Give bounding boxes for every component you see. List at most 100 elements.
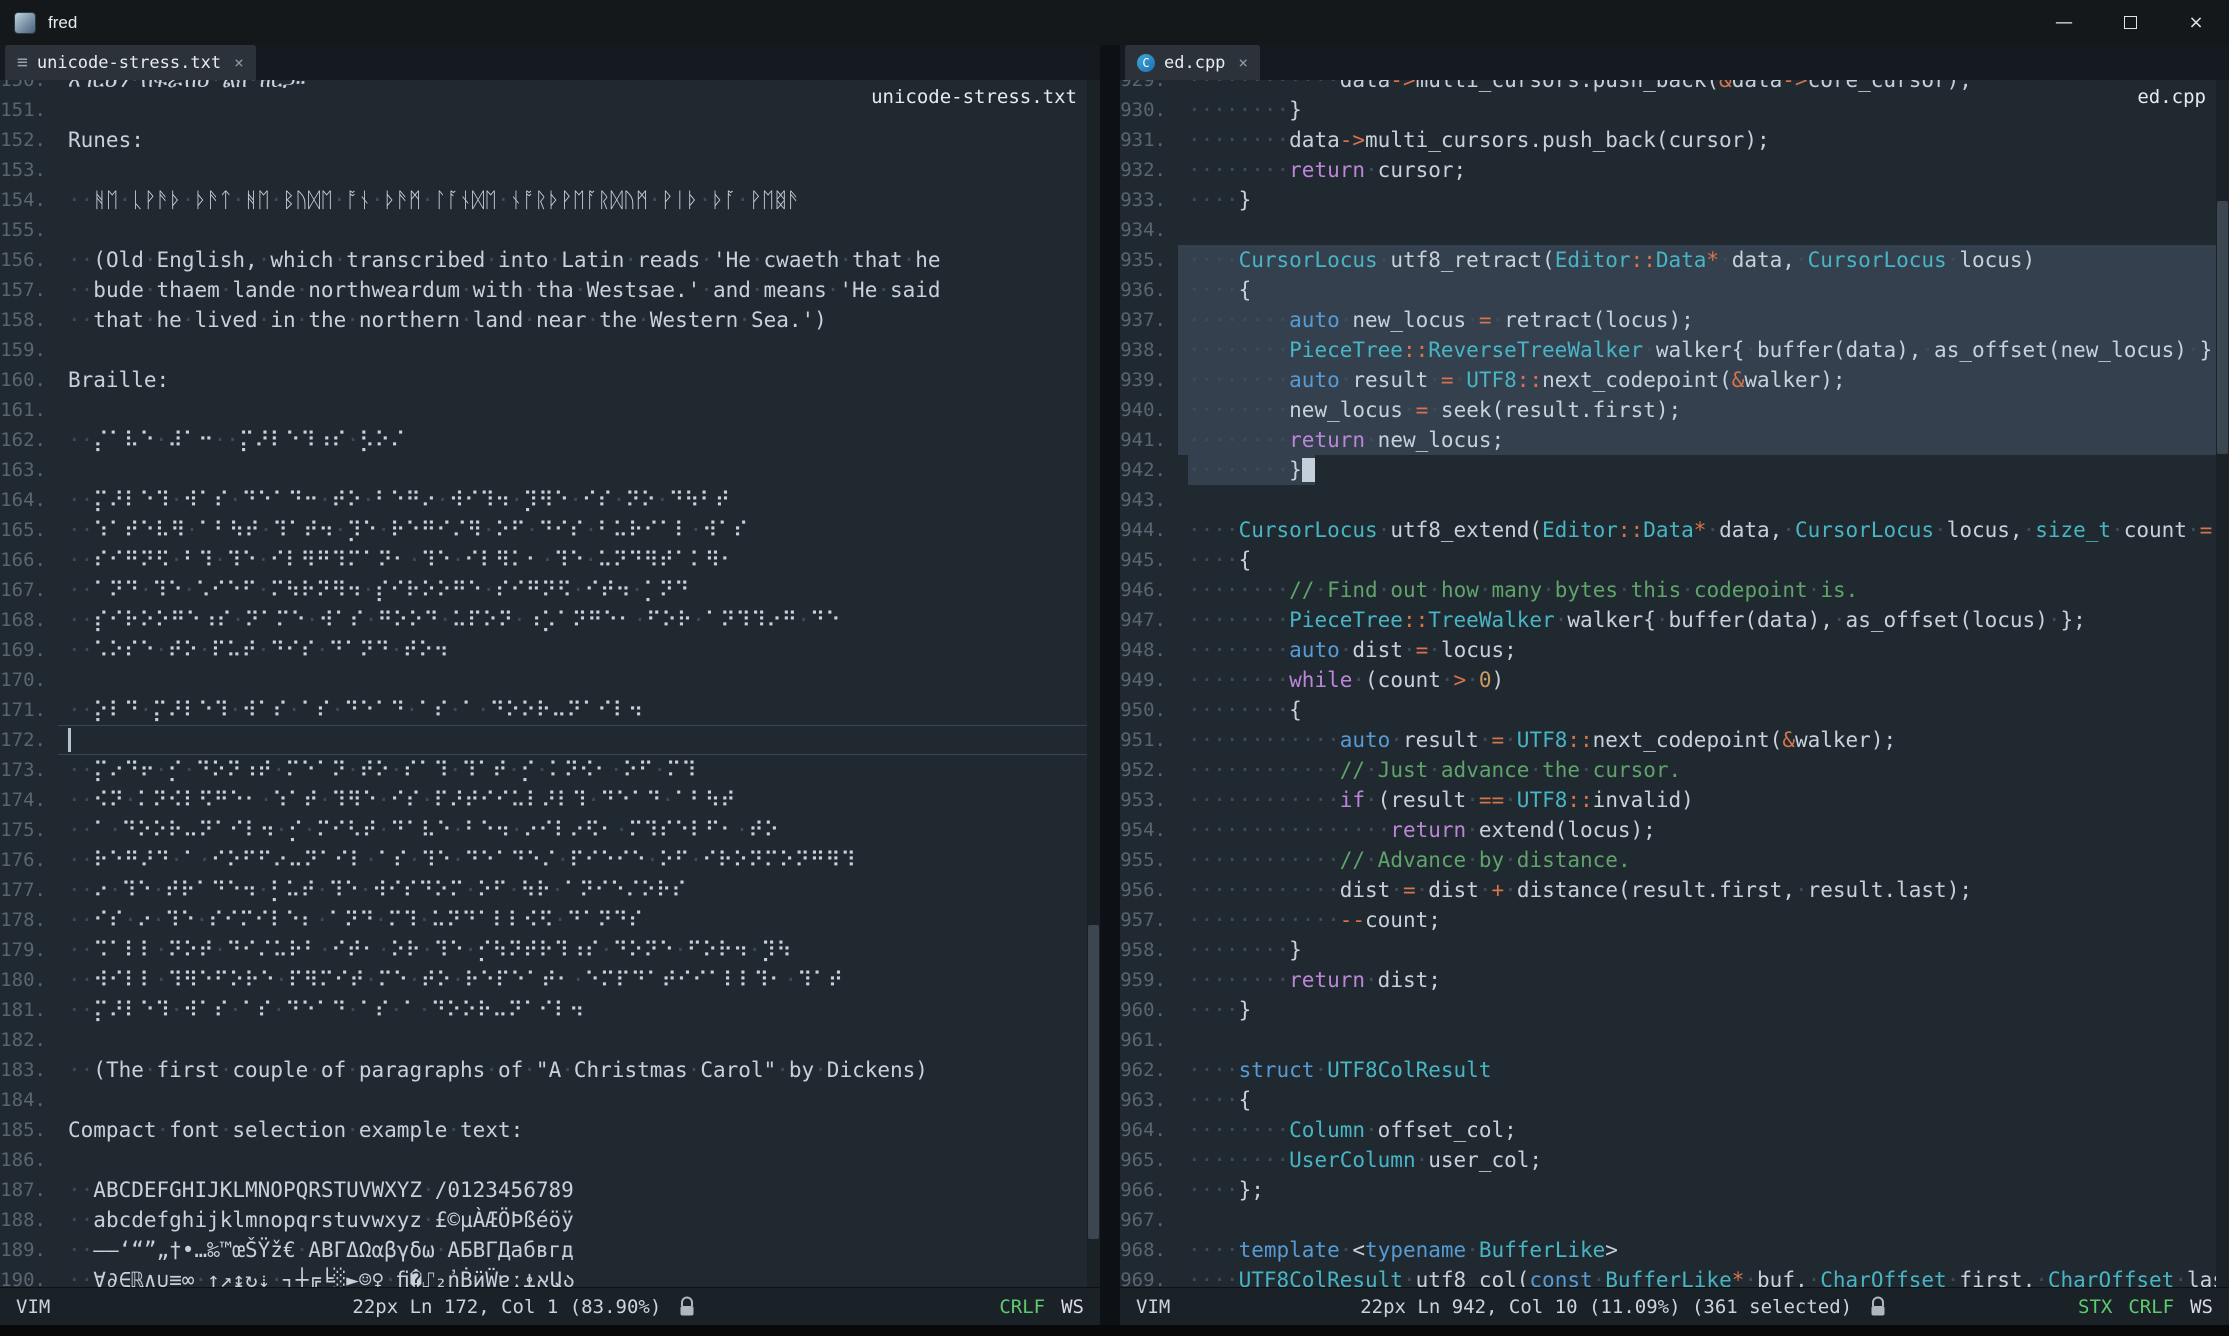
- left-scrollbar[interactable]: [1087, 80, 1100, 1287]
- code-line[interactable]: 152.Runes:: [0, 125, 1087, 155]
- code-line[interactable]: 943.: [1120, 485, 2216, 515]
- code-line[interactable]: 931.········data->multi_cursors.push_bac…: [1120, 125, 2216, 155]
- code-line[interactable]: 171.··⡕⠇⠙·⡍⠜⠇⠑⠹·⠺⠁⠎·⠁⠎·⠙⠑⠁⠙·⠁⠎·⠁·⠙⠕⠕⠗⠤⠝⠁…: [0, 695, 1087, 725]
- code-line[interactable]: 176.··⠗⠑⠛⠜⠙·⠁·⠊⠕⠋⠋⠔⠤⠝⠁⠊⠇·⠁⠎·⠹⠑·⠙⠑⠁⠙⠑⠌·⠏⠊…: [0, 845, 1087, 875]
- code-line[interactable]: 935.····CursorLocus·utf8_retract(Editor:…: [1120, 245, 2216, 275]
- code-line[interactable]: 945.····{: [1120, 545, 2216, 575]
- code-line[interactable]: 190.··∀∂∈ℝ∧∪≡∞·↑↗↨↻⇣·┐┼╔╘░►☺♀·ﬁ�⑀₂ἠḂӥẄɐː…: [0, 1265, 1087, 1287]
- code-line[interactable]: 169.··⠡⠕⠎⠑·⠞⠕·⠏⠥⠞·⠙⠊⠎·⠙⠁⠝⠙·⠞⠕⠲: [0, 635, 1087, 665]
- code-line[interactable]: 948.········auto·dist·=·locus;: [1120, 635, 2216, 665]
- code-line[interactable]: 189.··–—‘“”„†•…‰™œŠŸž€·ΑΒΓΔΩαβγδω·АБВГДа…: [0, 1235, 1087, 1265]
- tab-close-icon[interactable]: ×: [1238, 53, 1248, 72]
- code-line[interactable]: 172.: [0, 725, 1087, 755]
- maximize-button[interactable]: [2097, 0, 2163, 45]
- tab-close-icon[interactable]: ×: [234, 53, 244, 72]
- code-line[interactable]: 188.··abcdefghijklmnopqrstuvwxyz·£©µÀÆÖÞ…: [0, 1205, 1087, 1235]
- code-line[interactable]: 937.········auto·new_locus·=·retract(loc…: [1120, 305, 2216, 335]
- code-line[interactable]: 162.··⡌⠁⠧⠑·⠼⠁⠒··⡍⠜⠇⠑⠹⠰⠎·⡣⠕⠌: [0, 425, 1087, 455]
- code-line[interactable]: 187.··ABCDEFGHIJKLMNOPQRSTUVWXYZ·/012345…: [0, 1175, 1087, 1205]
- line-number: 932.: [1120, 155, 1178, 185]
- code-line[interactable]: 174.··⠪⠝·⠅⠝⠪⠇⠫⠛⠑⠂·⠱⠁⠞·⠹⠻⠑·⠊⠎·⠏⠜⠞⠊⠊⠥⠇⠜⠇⠹·…: [0, 785, 1087, 815]
- code-line[interactable]: 961.: [1120, 1025, 2216, 1055]
- code-line[interactable]: 167.··⠁⠝⠙·⠹⠑·⠡⠊⠑⠋·⠍⠳⠗⠝⠻⠲·⡎⠊⠗⠕⠕⠛⠑·⠎⠊⠛⠝⠫·⠊…: [0, 575, 1087, 605]
- code-line[interactable]: 968.····template·<typename·BufferLike>: [1120, 1235, 2216, 1265]
- code-line[interactable]: 946.········//·Find·out·how·many·bytes·t…: [1120, 575, 2216, 605]
- code-line[interactable]: 166.··⠎⠊⠛⠝⠫·⠃⠹·⠹⠑·⠊⠇⠻⠛⠹⠍⠁⠝⠂·⠹⠑·⠊⠇⠻⠅⠂·⠹⠑·…: [0, 545, 1087, 575]
- code-line[interactable]: 930.········}: [1120, 95, 2216, 125]
- code-line[interactable]: 163.: [0, 455, 1087, 485]
- scrollbar-thumb[interactable]: [1088, 925, 1099, 1239]
- left-editor[interactable]: unicode-stress.txt 150.እግርህን·በፍራሽህ·ልክ·ዘር…: [0, 80, 1100, 1287]
- code-line[interactable]: 950.········{: [1120, 695, 2216, 725]
- code-line[interactable]: 939.········auto·result·=·UTF8::next_cod…: [1120, 365, 2216, 395]
- code-line[interactable]: 962.····struct·UTF8ColResult: [1120, 1055, 2216, 1085]
- line-text: [58, 155, 1087, 185]
- code-line[interactable]: 929.············data->multi_cursors.push…: [1120, 80, 2216, 95]
- code-line[interactable]: 965.········UserColumn·user_col;: [1120, 1145, 2216, 1175]
- code-line[interactable]: 952.············//·Just·advance·the·curs…: [1120, 755, 2216, 785]
- code-line[interactable]: 160.Braille:: [0, 365, 1087, 395]
- code-line[interactable]: 942.········}: [1120, 455, 2216, 485]
- code-line[interactable]: 947.········PieceTree::TreeWalker·walker…: [1120, 605, 2216, 635]
- code-line[interactable]: 941.········return·new_locus;: [1120, 425, 2216, 455]
- code-line[interactable]: 964.········Column·offset_col;: [1120, 1115, 2216, 1145]
- code-line[interactable]: 955.············//·Advance·by·distance.: [1120, 845, 2216, 875]
- code-line[interactable]: 936.····{: [1120, 275, 2216, 305]
- scrollbar-thumb[interactable]: [2217, 201, 2228, 454]
- code-line[interactable]: 185.Compact·font·selection·example·text:: [0, 1115, 1087, 1145]
- code-line[interactable]: 959.········return·dist;: [1120, 965, 2216, 995]
- code-line[interactable]: 963.····{: [1120, 1085, 2216, 1115]
- code-line[interactable]: 186.: [0, 1145, 1087, 1175]
- code-line[interactable]: 168.··⡎⠊⠗⠕⠕⠛⠑⠰⠎·⠝⠁⠍⠑·⠺⠁⠎·⠛⠕⠕⠙·⠥⠏⠕⠝·⠰⡡⠁⠝⠛…: [0, 605, 1087, 635]
- right-editor[interactable]: ed.cpp 929.············data->multi_curso…: [1120, 80, 2229, 1287]
- code-line[interactable]: 180.··⠺⠊⠇⠇·⠹⠻⠑⠋⠕⠗⠑·⠏⠻⠍⠊⠞·⠍⠑·⠞⠕·⠗⠑⠏⠑⠁⠞⠂·⠑…: [0, 965, 1087, 995]
- code-line[interactable]: 938.········PieceTree::ReverseTreeWalker…: [1120, 335, 2216, 365]
- code-line[interactable]: 179.··⠩⠁⠇⠇·⠝⠕⠞·⠙⠊⠌⠥⠗⠃·⠊⠞⠂·⠕⠗·⠹⠑·⡊⠳⠝⠞⠗⠹⠰⠎…: [0, 935, 1087, 965]
- code-line[interactable]: 177.··⠔·⠹⠑·⠞⠗⠁⠙⠑⠲·⡃⠥⠞·⠹⠑·⠺⠊⠎⠙⠕⠍·⠕⠋·⠳⠗·⠁⠝…: [0, 875, 1087, 905]
- code-line[interactable]: 153.: [0, 155, 1087, 185]
- code-line[interactable]: 154.··ᚻᛖ·ᚳᚹᚫᚦ·ᚦᚫᛏ·ᚻᛖ·ᛒᚢᛞᛖ·ᚩᚾ·ᚦᚫᛗ·ᛚᚪᚾᛞᛖ·ᚾ…: [0, 185, 1087, 215]
- code-line[interactable]: 967.: [1120, 1205, 2216, 1235]
- tab-unicode-stress-txt[interactable]: ≡ unicode-stress.txt ×: [5, 45, 256, 80]
- pane-divider[interactable]: [1100, 45, 1120, 1325]
- minimize-button[interactable]: —: [2031, 0, 2097, 45]
- code-line[interactable]: 165.··⠱⠁⠞⠑⠧⠻·⠁⠃⠳⠞·⠹⠁⠞⠲·⡹⠑·⠗⠑⠛⠊⠌⠻·⠕⠋·⠙⠊⠎·…: [0, 515, 1087, 545]
- code-line[interactable]: 183.··(The·first·couple·of·paragraphs·of…: [0, 1055, 1087, 1085]
- code-line[interactable]: 969.····UTF8ColResult·utf8_col(const·Buf…: [1120, 1265, 2216, 1287]
- code-line[interactable]: 181.··⡍⠜⠇⠑⠹·⠺⠁⠎·⠁⠎·⠙⠑⠁⠙·⠁⠎·⠁·⠙⠕⠕⠗⠤⠝⠁⠊⠇⠲: [0, 995, 1087, 1025]
- code-line[interactable]: 932.········return·cursor;: [1120, 155, 2216, 185]
- code-line[interactable]: 157.··bude·thaem·lande·northweardum·with…: [0, 275, 1087, 305]
- code-line[interactable]: 953.············if·(result·==·UTF8::inva…: [1120, 785, 2216, 815]
- code-line[interactable]: 175.··⠁·⠙⠕⠕⠗⠤⠝⠁⠊⠇⠲·⡊·⠍⠊⠣⠞·⠙⠁⠧⠑·⠃⠑⠲·⠔⠊⠇⠔⠫…: [0, 815, 1087, 845]
- code-line[interactable]: 184.: [0, 1085, 1087, 1115]
- whitespace-dots: ·: [155, 428, 168, 452]
- code-line[interactable]: 170.: [0, 665, 1087, 695]
- code-line[interactable]: 159.: [0, 335, 1087, 365]
- code-line[interactable]: 933.····}: [1120, 185, 2216, 215]
- code-line[interactable]: 957.············--count;: [1120, 905, 2216, 935]
- code-line[interactable]: 161.: [0, 395, 1087, 425]
- close-button[interactable]: ×: [2163, 0, 2229, 45]
- code-line[interactable]: 178.··⠊⠎·⠔·⠹⠑·⠎⠊⠍⠊⠇⠑⠆·⠁⠝⠙·⠍⠹·⠥⠝⠙⠁⠇⠇⠪⠫·⠙⠁…: [0, 905, 1087, 935]
- code-line[interactable]: 960.····}: [1120, 995, 2216, 1025]
- code-line[interactable]: 934.: [1120, 215, 2216, 245]
- code-line[interactable]: 954.················return·extend(locus)…: [1120, 815, 2216, 845]
- right-scrollbar[interactable]: [2216, 80, 2229, 1287]
- code-line[interactable]: 958.········}: [1120, 935, 2216, 965]
- code-line[interactable]: 173.··⡍⠔⠙⠖·⡊·⠙⠕⠝⠰⠞·⠍⠑⠁⠝·⠞⠕·⠎⠁⠹·⠹⠁⠞·⡊·⠅⠝⠪…: [0, 755, 1087, 785]
- whitespace-dots: ·: [1782, 518, 1795, 542]
- code-line[interactable]: 164.··⡍⠜⠇⠑⠹·⠺⠁⠎·⠙⠑⠁⠙⠒·⠞⠕·⠃⠑⠛⠔·⠺⠊⠹⠲·⡹⠻⠑·⠊…: [0, 485, 1087, 515]
- code-line[interactable]: 155.: [0, 215, 1087, 245]
- code-line[interactable]: 940.········new_locus·=·seek(result.firs…: [1120, 395, 2216, 425]
- code-line[interactable]: 156.··(Old·English,·which·transcribed·in…: [0, 245, 1087, 275]
- whitespace-dots: ·: [1365, 158, 1378, 182]
- code-line[interactable]: 158.··that·he·lived·in·the·northern·land…: [0, 305, 1087, 335]
- whitespace-dots: ·: [384, 1268, 397, 1287]
- code-line[interactable]: 944.····CursorLocus·utf8_extend(Editor::…: [1120, 515, 2216, 545]
- code-line[interactable]: 956.············dist·=·dist·+·distance(r…: [1120, 875, 2216, 905]
- code-line[interactable]: 966.····};: [1120, 1175, 2216, 1205]
- code-line[interactable]: 951.············auto·result·=·UTF8::next…: [1120, 725, 2216, 755]
- code-line[interactable]: 949.········while·(count·>·0): [1120, 665, 2216, 695]
- code-line[interactable]: 182.: [0, 1025, 1087, 1055]
- tab-ed-cpp[interactable]: C ed.cpp ×: [1125, 45, 1260, 80]
